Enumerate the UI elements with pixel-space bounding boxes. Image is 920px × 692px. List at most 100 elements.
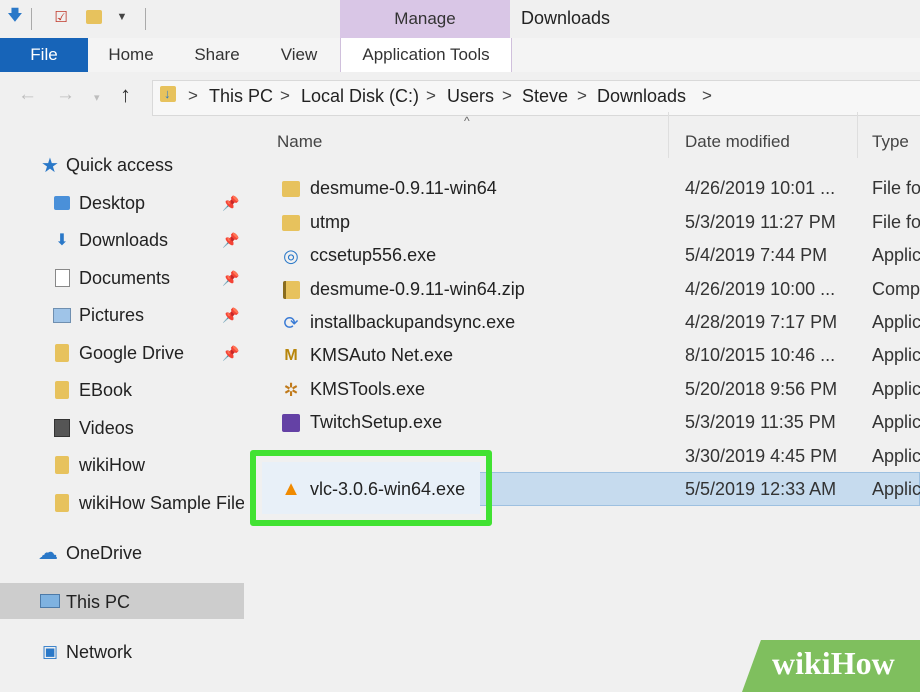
file-name: ccsetup556.exe	[310, 245, 437, 265]
sidebar-item-wikihow-sample-file[interactable]: wikiHow Sample File	[79, 493, 244, 514]
checkmark-icon[interactable]: ☑	[50, 6, 72, 28]
sidebar-item-desktop[interactable]: Desktop	[79, 193, 145, 214]
documents-icon	[52, 269, 72, 287]
breadcrumb-separator-icon: >	[280, 86, 290, 105]
column-header-date[interactable]: Date modified	[685, 132, 790, 152]
file-date: 4/26/2019 10:01 ...	[685, 178, 836, 198]
sort-ascending-icon: ^	[464, 114, 470, 128]
file-type: File fo	[872, 178, 920, 198]
zip-folder-icon	[280, 279, 302, 301]
folder-icon	[280, 212, 302, 234]
google-drive-folder-icon	[52, 344, 72, 362]
breadcrumb-separator-icon: >	[188, 86, 198, 105]
downloads-folder-icon: ⬇	[55, 232, 69, 249]
sidebar-this-pc[interactable]: This PC	[66, 592, 130, 613]
sidebar-item-documents[interactable]: Documents	[79, 268, 170, 289]
properties-icon[interactable]: 🡇	[4, 6, 26, 28]
breadcrumb-downloads[interactable]: Downloads	[597, 86, 686, 107]
back-icon[interactable]: ←	[18, 84, 37, 106]
file-type: File fo	[872, 212, 920, 232]
sidebar-quick-access[interactable]: Quick access	[66, 155, 173, 176]
file-type: Applic	[872, 479, 920, 499]
quick-access-separator	[31, 8, 32, 30]
tab-share[interactable]: Share	[188, 38, 246, 72]
sidebar-network[interactable]: Network	[66, 642, 132, 663]
column-divider[interactable]	[668, 112, 669, 158]
tab-home[interactable]: Home	[100, 38, 162, 72]
up-icon[interactable]: ↑	[120, 82, 131, 108]
column-header-type[interactable]: Type	[872, 132, 909, 152]
file-date: 5/3/2019 11:27 PM	[685, 212, 836, 232]
desktop-folder-icon	[52, 194, 72, 212]
sidebar-item-wikihow[interactable]: wikiHow	[79, 455, 145, 476]
file-name: KMSAuto Net.exe	[310, 345, 454, 365]
twitch-icon	[280, 412, 302, 434]
file-date: 8/10/2015 10:46 ...	[685, 345, 836, 365]
file-name: KMSTools.exe	[310, 379, 426, 399]
kmstools-icon: ✲	[283, 379, 299, 400]
column-divider[interactable]	[857, 112, 858, 158]
breadcrumb-separator-icon: >	[426, 86, 436, 105]
computer-icon	[40, 592, 60, 610]
file-name: desmume-0.9.11-win64.zip	[310, 279, 525, 299]
file-date: 3/30/2019 4:45 PM	[685, 446, 838, 466]
file-type: Applic	[872, 412, 920, 432]
pin-icon[interactable]: 📌	[222, 345, 239, 362]
network-icon: ▣	[41, 642, 59, 661]
breadcrumb-local-disk[interactable]: Local Disk (C:)	[301, 86, 419, 107]
tab-view[interactable]: View	[273, 38, 325, 72]
file-name: TwitchSetup.exe	[310, 412, 443, 432]
breadcrumb-steve[interactable]: Steve	[522, 86, 568, 107]
onedrive-cloud-icon: ☁	[38, 541, 58, 564]
file-name: utmp	[310, 212, 351, 232]
vlc-cone-icon: ▲	[281, 477, 301, 500]
column-header-name[interactable]: Name	[277, 132, 322, 152]
file-name-vlc[interactable]: vlc-3.0.6-win64.exe	[310, 479, 465, 500]
wikihow-watermark: wikiHow	[772, 645, 895, 681]
file-date: 5/4/2019 7:44 PM	[685, 245, 828, 265]
recent-locations-icon[interactable]: ▾	[94, 91, 100, 104]
file-type: Applic	[872, 312, 920, 332]
folder-icon	[52, 381, 72, 399]
sidebar-item-downloads[interactable]: Downloads	[79, 230, 168, 251]
folder-icon	[52, 494, 72, 512]
file-name: installbackupandsync.exe	[310, 312, 516, 332]
forward-icon[interactable]: →	[56, 84, 75, 106]
sidebar-item-videos[interactable]: Videos	[79, 418, 134, 439]
sidebar-onedrive[interactable]: OneDrive	[66, 543, 142, 564]
file-type: Applic	[872, 379, 920, 399]
breadcrumb-separator-icon: >	[502, 86, 512, 105]
file-type: Applic	[872, 345, 920, 365]
pictures-icon	[52, 306, 72, 324]
sidebar-item-ebook[interactable]: EBook	[79, 380, 132, 401]
breadcrumb-expand-icon[interactable]: >	[702, 86, 712, 106]
backup-sync-icon: ⟳	[283, 312, 299, 333]
pin-icon[interactable]: 📌	[222, 195, 239, 212]
file-date: 4/26/2019 10:00 ...	[685, 279, 836, 299]
file-date: 5/20/2018 9:56 PM	[685, 379, 838, 399]
videos-icon	[52, 419, 72, 437]
pin-icon[interactable]: 📌	[222, 307, 239, 324]
tab-application-tools[interactable]: Application Tools	[340, 38, 512, 72]
file-date: 4/28/2019 7:17 PM	[685, 312, 838, 332]
tab-file[interactable]: File	[0, 38, 88, 72]
pin-icon[interactable]: 📌	[222, 270, 239, 287]
toolbar-separator	[145, 8, 146, 30]
window-title: Downloads	[521, 8, 611, 28]
breadcrumb-users[interactable]: Users	[447, 86, 494, 107]
customize-toolbar-icon[interactable]: ▼	[111, 6, 133, 28]
file-type: Applic	[872, 245, 920, 265]
pin-icon[interactable]: 📌	[222, 232, 239, 249]
folder-icon	[280, 178, 302, 200]
folder-icon	[52, 456, 72, 474]
breadcrumb-this-pc[interactable]: This PC	[209, 86, 273, 107]
file-date: 5/3/2019 11:35 PM	[685, 412, 836, 432]
ccleaner-icon: ◎	[283, 245, 299, 266]
manage-context-tab: Manage	[340, 0, 510, 38]
sidebar-item-google-drive[interactable]: Google Drive	[79, 343, 184, 364]
file-name: desmume-0.9.11-win64	[310, 178, 497, 198]
sidebar-item-pictures[interactable]: Pictures	[79, 305, 144, 326]
downloads-folder-icon: ↓	[160, 86, 180, 104]
file-date: 5/5/2019 12:33 AM	[685, 479, 837, 499]
new-folder-icon[interactable]	[83, 6, 105, 28]
